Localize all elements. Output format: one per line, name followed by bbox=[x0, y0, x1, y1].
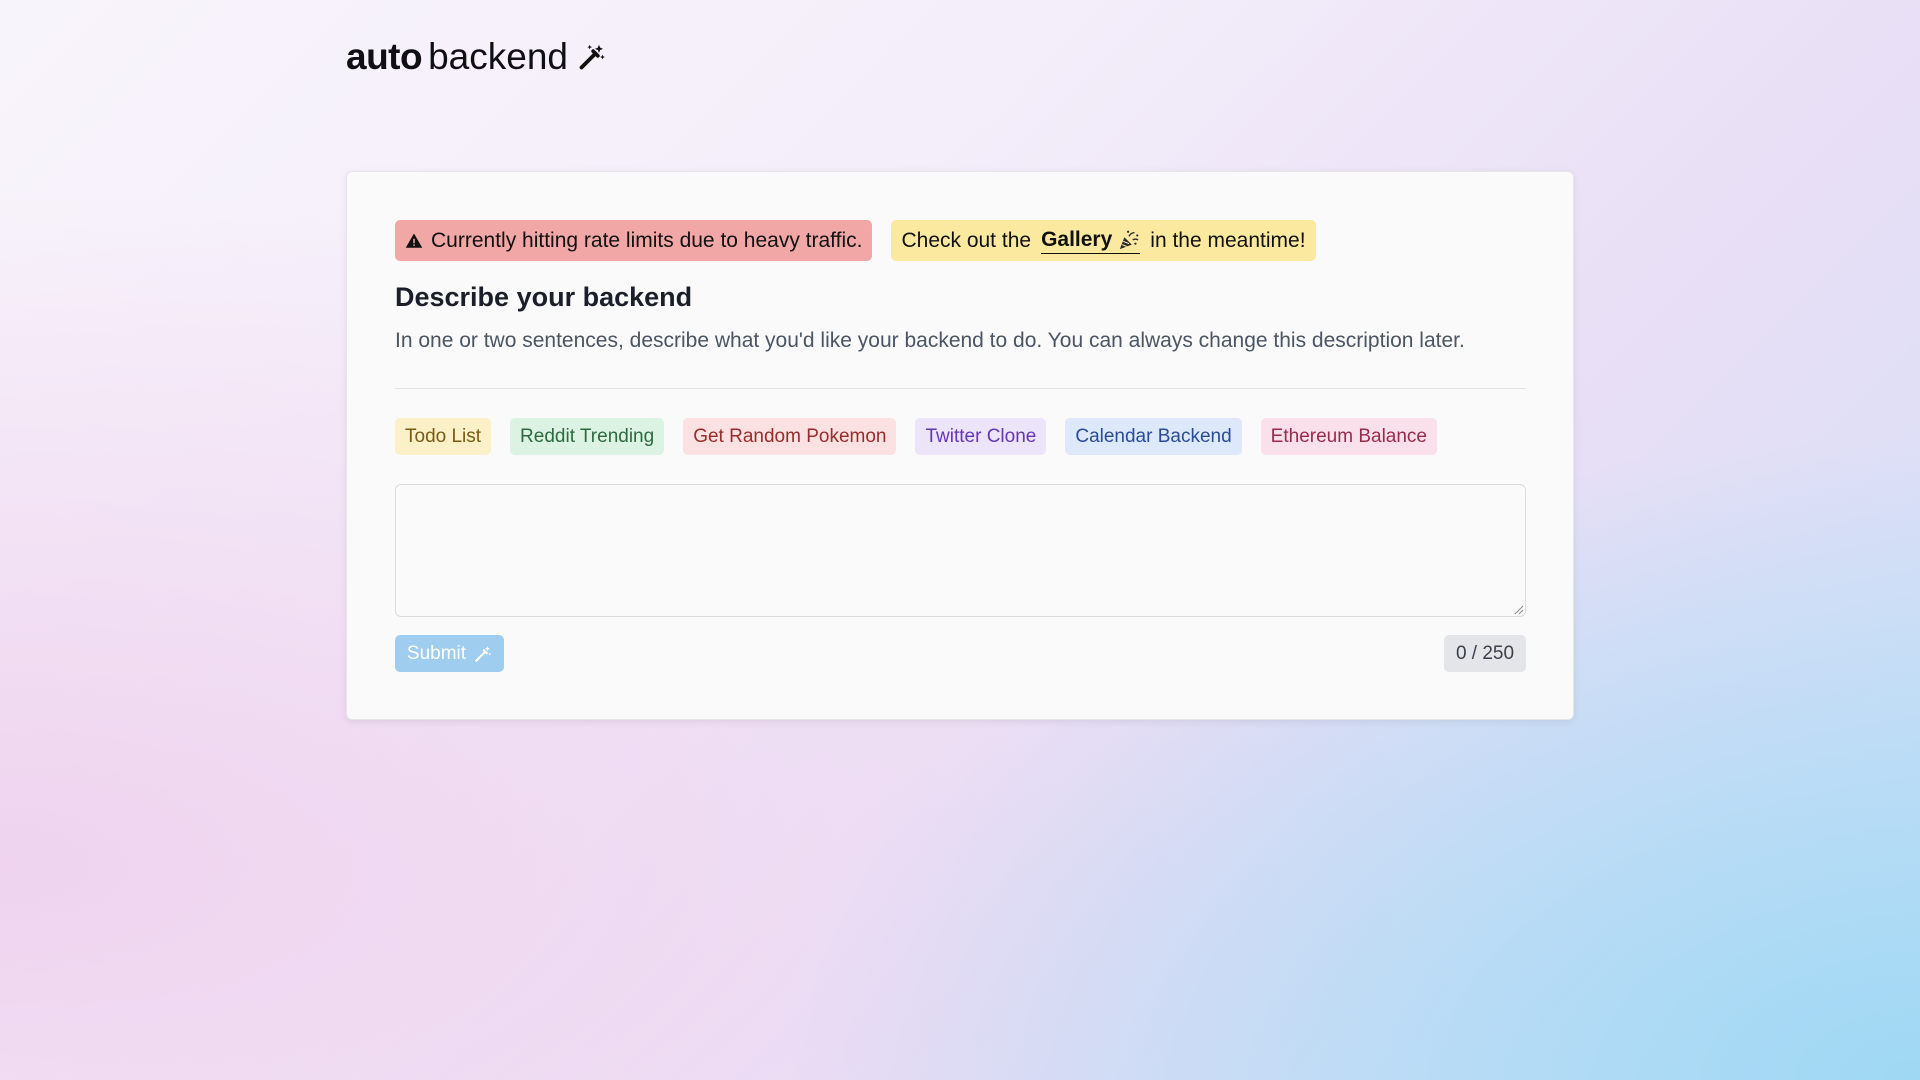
magic-wand-icon bbox=[475, 645, 492, 662]
submit-button[interactable]: Submit bbox=[395, 635, 504, 672]
backend-description-input[interactable] bbox=[395, 484, 1526, 617]
form-title: Describe your backend bbox=[395, 282, 693, 312]
divider bbox=[395, 388, 1526, 389]
party-popper-icon bbox=[1120, 230, 1139, 249]
example-chip-get-random-pokemon[interactable]: Get Random Pokemon bbox=[683, 418, 897, 455]
gallery-alert-suffix: in the meantime! bbox=[1150, 228, 1306, 252]
describe-backend-card: Currently hitting rate limits due to hea… bbox=[346, 171, 1574, 720]
resize-handle-icon[interactable] bbox=[1514, 605, 1524, 615]
rate-limit-text: Currently hitting rate limits due to hea… bbox=[431, 228, 863, 252]
gallery-alert-prefix: Check out the bbox=[901, 228, 1032, 252]
example-chip-ethereum-balance[interactable]: Ethereum Balance bbox=[1260, 418, 1437, 455]
alert-row: Currently hitting rate limits due to hea… bbox=[395, 220, 1316, 261]
gallery-link-label: Gallery bbox=[1041, 227, 1113, 251]
gallery-link[interactable]: Gallery bbox=[1041, 227, 1141, 254]
logo-text-auto: auto bbox=[346, 36, 423, 77]
example-chips: Todo List Reddit Trending Get Random Pok… bbox=[395, 418, 1437, 455]
gallery-alert: Check out the Gallery in the meantime! bbox=[891, 220, 1316, 261]
example-chip-todo-list[interactable]: Todo List bbox=[395, 418, 492, 455]
app-logo[interactable]: auto backend bbox=[346, 36, 606, 78]
submit-label: Submit bbox=[406, 642, 467, 664]
warning-triangle-icon bbox=[405, 233, 423, 248]
character-counter: 0 / 250 bbox=[1444, 635, 1526, 672]
example-chip-reddit-trending[interactable]: Reddit Trending bbox=[510, 418, 665, 455]
example-chip-twitter-clone[interactable]: Twitter Clone bbox=[915, 418, 1047, 455]
rate-limit-alert: Currently hitting rate limits due to hea… bbox=[395, 220, 873, 261]
form-subtitle: In one or two sentences, describe what y… bbox=[395, 329, 1465, 352]
logo-text-backend: backend bbox=[428, 36, 568, 77]
magic-wand-icon bbox=[579, 44, 605, 70]
example-chip-calendar-backend[interactable]: Calendar Backend bbox=[1065, 418, 1242, 455]
